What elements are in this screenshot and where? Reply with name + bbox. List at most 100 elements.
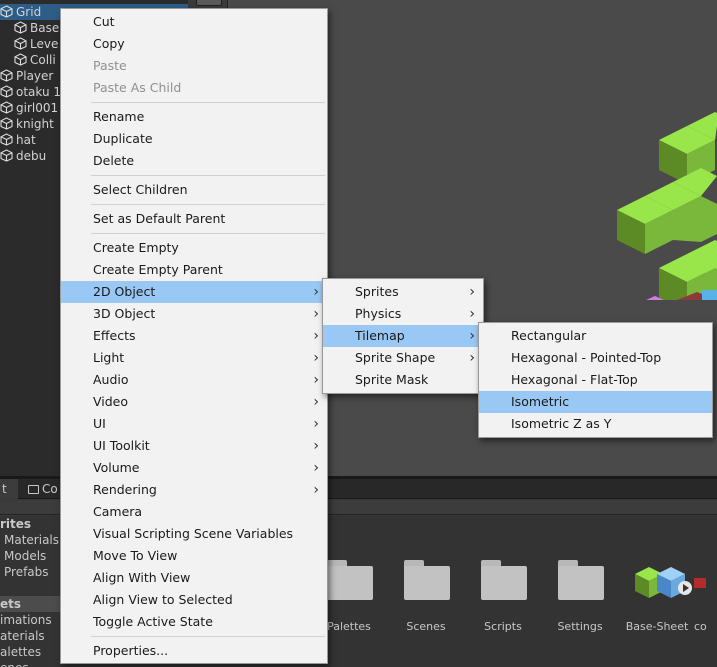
folder-icon xyxy=(325,558,373,604)
menu-item-properties[interactable]: Properties... xyxy=(61,640,327,662)
menu-item-video[interactable]: Video › xyxy=(61,391,327,413)
tree-item-materials-2[interactable]: aterials xyxy=(0,628,45,644)
gameobject-cube-icon xyxy=(0,85,13,98)
gameobject-cube-icon xyxy=(0,69,13,82)
folder-icon xyxy=(402,558,450,604)
submenu-item-rectangular[interactable]: Rectangular xyxy=(479,325,712,347)
hierarchy-item-debu[interactable]: debu xyxy=(0,148,46,164)
menu-item-cut[interactable]: Cut xyxy=(61,11,327,33)
hierarchy-item-label: debu xyxy=(16,149,47,163)
gameobject-cube-icon xyxy=(0,101,13,114)
project-folder-tree: rites Materials Models Prefabs ets imati… xyxy=(0,516,64,667)
submenu-item-hexagonal-pointed-top[interactable]: Hexagonal - Pointed-Top xyxy=(479,347,712,369)
menu-item-align-view-to-selected[interactable]: Align View to Selected xyxy=(61,589,327,611)
folder-icon xyxy=(556,558,604,604)
hierarchy-item-label: Colli xyxy=(30,53,56,67)
submenu-arrow-icon: › xyxy=(313,372,319,388)
tree-item-favorites[interactable]: rites xyxy=(0,516,31,532)
console-icon xyxy=(28,485,39,494)
tab-project[interactable]: t xyxy=(0,479,18,499)
submenu-arrow-icon: › xyxy=(313,306,319,322)
submenu-arrow-icon: › xyxy=(469,306,475,322)
menu-item-rename[interactable]: Rename xyxy=(61,106,327,128)
submenu-item-sprite-shape[interactable]: Sprite Shape › xyxy=(323,347,483,369)
hierarchy-item-level[interactable]: Leve xyxy=(14,36,58,52)
asset-folder-scripts[interactable]: Scripts xyxy=(468,558,538,633)
submenu-item-sprite-mask[interactable]: Sprite Mask xyxy=(323,369,483,391)
submenu-2d-object: Sprites › Physics › Tilemap › Sprite Shape ›… xyxy=(322,278,484,394)
menu-item-align-with-view[interactable]: Align With View xyxy=(61,567,327,589)
tree-item-palettes[interactable]: alettes xyxy=(0,644,41,660)
submenu-arrow-icon: › xyxy=(469,350,475,366)
menu-item-create-empty-parent[interactable]: Create Empty Parent xyxy=(61,259,327,281)
menu-item-visual-scripting-scene-variables[interactable]: Visual Scripting Scene Variables xyxy=(61,523,327,545)
tree-item-assets[interactable]: ets xyxy=(0,596,64,612)
menu-separator xyxy=(91,636,325,637)
menu-item-duplicate[interactable]: Duplicate xyxy=(61,128,327,150)
tree-item-scenes[interactable]: enes xyxy=(0,660,29,667)
menu-item-2d-object[interactable]: 2D Object › xyxy=(61,281,327,303)
gameobject-cube-icon xyxy=(14,53,27,66)
submenu-arrow-icon: › xyxy=(469,328,475,344)
hierarchy-item-hat[interactable]: hat xyxy=(0,132,36,148)
menu-item-paste[interactable]: Paste xyxy=(61,55,327,77)
menu-item-rendering[interactable]: Rendering › xyxy=(61,479,327,501)
hierarchy-item-label: otaku 1 xyxy=(16,85,62,99)
hierarchy-item-label: knight xyxy=(16,117,54,131)
submenu-item-hexagonal-flat-top[interactable]: Hexagonal - Flat-Top xyxy=(479,369,712,391)
hierarchy-item-girl001[interactable]: girl001 xyxy=(0,100,58,116)
gameobject-cube-icon xyxy=(14,21,27,34)
hierarchy-item-player[interactable]: Player xyxy=(0,68,53,84)
asset-base-sheet[interactable]: Base-Sheet xyxy=(622,558,692,633)
menu-separator xyxy=(91,204,325,205)
menu-item-delete[interactable]: Delete xyxy=(61,150,327,172)
hierarchy-item-knight[interactable]: knight xyxy=(0,116,54,132)
menu-separator xyxy=(91,233,325,234)
submenu-arrow-icon: › xyxy=(313,438,319,454)
hierarchy-item-collision[interactable]: Colli xyxy=(14,52,56,68)
menu-item-ui[interactable]: UI › xyxy=(61,413,327,435)
submenu-item-tilemap[interactable]: Tilemap › xyxy=(323,325,483,347)
scene-toolbar-button[interactable] xyxy=(196,0,222,6)
gameobject-cube-icon xyxy=(0,133,13,146)
hierarchy-item-label: Player xyxy=(16,69,54,83)
menu-item-select-children[interactable]: Select Children xyxy=(61,179,327,201)
asset-folder-scenes[interactable]: Scenes xyxy=(391,558,461,633)
menu-item-set-default-parent[interactable]: Set as Default Parent xyxy=(61,208,327,230)
menu-item-light[interactable]: Light › xyxy=(61,347,327,369)
submenu-item-isometric[interactable]: Isometric xyxy=(479,391,712,413)
hierarchy-item-base[interactable]: Base xyxy=(14,20,59,36)
submenu-arrow-icon: › xyxy=(313,394,319,410)
menu-item-ui-toolkit[interactable]: UI Toolkit › xyxy=(61,435,327,457)
gameobject-cube-icon xyxy=(0,117,13,130)
submenu-arrow-icon: › xyxy=(313,328,319,344)
menu-item-volume[interactable]: Volume › xyxy=(61,457,327,479)
tree-item-models[interactable]: Models xyxy=(4,548,46,564)
hierarchy-item-label: Leve xyxy=(30,37,59,51)
submenu-arrow-icon: › xyxy=(313,284,319,300)
submenu-item-sprites[interactable]: Sprites › xyxy=(323,281,483,303)
tree-item-materials[interactable]: Materials xyxy=(4,532,59,548)
tree-item-animations[interactable]: imations xyxy=(0,612,52,628)
isometric-tile-art xyxy=(617,112,717,300)
menu-item-3d-object[interactable]: 3D Object › xyxy=(61,303,327,325)
sprite-sheet-icon xyxy=(633,558,692,604)
tree-item-prefabs[interactable]: Prefabs xyxy=(4,564,49,580)
hierarchy-item-otaku[interactable]: otaku 1 xyxy=(0,84,61,100)
menu-item-toggle-active-state[interactable]: Toggle Active State xyxy=(61,611,327,633)
menu-item-create-empty[interactable]: Create Empty xyxy=(61,237,327,259)
gameobject-cube-icon xyxy=(0,149,13,162)
menu-item-move-to-view[interactable]: Move To View xyxy=(61,545,327,567)
menu-item-copy[interactable]: Copy xyxy=(61,33,327,55)
submenu-item-physics[interactable]: Physics › xyxy=(323,303,483,325)
submenu-item-isometric-z-as-y[interactable]: Isometric Z as Y xyxy=(479,413,712,435)
hierarchy-context-menu: Cut Copy Paste Paste As Child Rename Dup… xyxy=(60,8,328,664)
menu-item-camera[interactable]: Camera xyxy=(61,501,327,523)
menu-item-effects[interactable]: Effects › xyxy=(61,325,327,347)
gameobject-cube-icon xyxy=(14,37,27,50)
menu-item-audio[interactable]: Audio › xyxy=(61,369,327,391)
submenu-arrow-icon: › xyxy=(313,460,319,476)
asset-folder-settings[interactable]: Settings xyxy=(545,558,615,633)
asset-partial[interactable]: co xyxy=(694,558,717,633)
menu-item-paste-as-child[interactable]: Paste As Child xyxy=(61,77,327,99)
